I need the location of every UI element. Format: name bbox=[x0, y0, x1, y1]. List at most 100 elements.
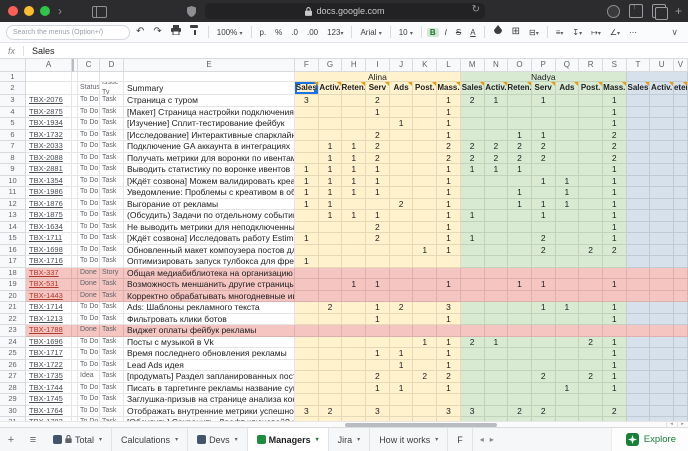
header-issue-type[interactable]: Issue Ty bbox=[100, 82, 124, 95]
value-cell[interactable] bbox=[461, 268, 485, 280]
tab-overview-icon[interactable] bbox=[652, 4, 666, 18]
value-cell[interactable]: 1 bbox=[366, 176, 390, 188]
privacy-shield-icon[interactable] bbox=[183, 4, 199, 18]
row-header-13[interactable]: 13 bbox=[0, 210, 26, 222]
summary-cell[interactable]: [продумать] Раздел запланированных посто… bbox=[124, 371, 295, 383]
value-cell[interactable]: 2 bbox=[532, 406, 556, 418]
value-cell[interactable]: 2 bbox=[461, 95, 485, 107]
value-cell[interactable]: 1 bbox=[603, 360, 627, 372]
value-cell[interactable] bbox=[485, 118, 509, 130]
task-id-link[interactable]: TBX-1716 bbox=[26, 256, 72, 268]
value-cell[interactable] bbox=[295, 245, 319, 257]
summary-cell[interactable]: Отображать внутренние метрики успешности… bbox=[124, 406, 295, 418]
summary-cell[interactable]: (Обсудить) Задачи по отдельному событию bbox=[124, 210, 295, 222]
value-cell[interactable]: 2 bbox=[319, 406, 343, 418]
value-cell[interactable] bbox=[508, 222, 532, 234]
value-cell[interactable]: 1 bbox=[295, 187, 319, 199]
issue-type-cell[interactable]: Task bbox=[100, 153, 124, 165]
value-cell[interactable]: 1 bbox=[603, 176, 627, 188]
value-cell[interactable] bbox=[508, 107, 532, 119]
value-cell[interactable]: 2 bbox=[366, 153, 390, 165]
status-cell[interactable]: To Do bbox=[78, 187, 100, 199]
value-cell[interactable] bbox=[342, 118, 366, 130]
formula-input[interactable]: Sales bbox=[24, 46, 55, 56]
value-cell[interactable] bbox=[556, 394, 580, 406]
value-cell[interactable]: 2 bbox=[437, 141, 461, 153]
issue-type-cell[interactable]: Task bbox=[100, 107, 124, 119]
value-cell[interactable] bbox=[295, 107, 319, 119]
value-cell[interactable] bbox=[295, 153, 319, 165]
value-cell[interactable] bbox=[461, 302, 485, 314]
value-cell[interactable] bbox=[579, 118, 603, 130]
value-cell[interactable]: 2 bbox=[508, 141, 532, 153]
value-cell[interactable] bbox=[461, 256, 485, 268]
value-cell[interactable] bbox=[319, 325, 343, 337]
value-cell[interactable] bbox=[556, 337, 580, 349]
value-cell[interactable] bbox=[579, 107, 603, 119]
font-select[interactable]: Arial ▾ bbox=[357, 28, 384, 37]
value-cell[interactable] bbox=[532, 348, 556, 360]
value-cell[interactable]: 1 bbox=[603, 314, 627, 326]
value-cell[interactable] bbox=[295, 141, 319, 153]
row-header-8[interactable]: 8 bbox=[0, 153, 26, 165]
value-cell[interactable] bbox=[579, 348, 603, 360]
task-id-link[interactable]: TBX-1722 bbox=[26, 360, 72, 372]
task-id-link[interactable]: TBX-1744 bbox=[26, 383, 72, 395]
format-percent-button[interactable]: % bbox=[272, 28, 285, 37]
row-header-12[interactable]: 12 bbox=[0, 199, 26, 211]
value-cell[interactable] bbox=[390, 233, 414, 245]
value-cell[interactable] bbox=[342, 314, 366, 326]
cell[interactable] bbox=[650, 130, 674, 142]
value-cell[interactable] bbox=[579, 141, 603, 153]
tabs-scroll-left-icon[interactable]: ◂ bbox=[480, 435, 484, 444]
value-cell[interactable] bbox=[413, 256, 437, 268]
increase-decimals-button[interactable]: .00 bbox=[304, 28, 321, 37]
value-cell[interactable] bbox=[413, 279, 437, 291]
cell[interactable] bbox=[650, 325, 674, 337]
cell[interactable] bbox=[650, 187, 674, 199]
task-id-link[interactable]: TBX-2033 bbox=[26, 141, 72, 153]
issue-type-cell[interactable]: Task bbox=[100, 394, 124, 406]
issue-type-cell[interactable]: Task bbox=[100, 222, 124, 234]
task-id-link[interactable]: TBX-2088 bbox=[26, 153, 72, 165]
value-cell[interactable] bbox=[390, 210, 414, 222]
value-cell[interactable] bbox=[461, 371, 485, 383]
cell[interactable] bbox=[674, 141, 688, 153]
value-cell[interactable]: 2 bbox=[603, 141, 627, 153]
issue-type-cell[interactable]: Task bbox=[100, 279, 124, 291]
value-cell[interactable]: 1 bbox=[366, 107, 390, 119]
value-cell[interactable]: 1 bbox=[508, 279, 532, 291]
value-cell[interactable]: 1 bbox=[556, 302, 580, 314]
value-cell[interactable]: 1 bbox=[603, 95, 627, 107]
cell[interactable] bbox=[674, 222, 688, 234]
value-cell[interactable]: 1 bbox=[319, 164, 343, 176]
cell[interactable] bbox=[627, 279, 651, 291]
row-header-15[interactable]: 15 bbox=[0, 233, 26, 245]
value-cell[interactable] bbox=[319, 118, 343, 130]
issue-type-cell[interactable]: Task bbox=[100, 256, 124, 268]
value-cell[interactable] bbox=[556, 153, 580, 165]
task-id-link[interactable]: TBX-1443 bbox=[26, 291, 72, 303]
value-cell[interactable]: 1 bbox=[437, 187, 461, 199]
cell[interactable] bbox=[627, 348, 651, 360]
cell[interactable] bbox=[650, 360, 674, 372]
value-cell[interactable]: 1 bbox=[603, 222, 627, 234]
cell[interactable] bbox=[650, 256, 674, 268]
status-cell[interactable]: To Do bbox=[78, 233, 100, 245]
sheet-tab-menu-icon[interactable]: ▾ bbox=[316, 436, 319, 443]
value-cell[interactable] bbox=[437, 325, 461, 337]
status-cell[interactable]: Idea bbox=[78, 371, 100, 383]
minimize-window-button[interactable] bbox=[24, 6, 34, 16]
value-cell[interactable] bbox=[532, 107, 556, 119]
value-cell[interactable] bbox=[556, 406, 580, 418]
value-cell[interactable] bbox=[579, 164, 603, 176]
value-cell[interactable]: 1 bbox=[437, 314, 461, 326]
value-cell[interactable] bbox=[295, 371, 319, 383]
row-header-25[interactable]: 25 bbox=[0, 348, 26, 360]
value-cell[interactable]: 1 bbox=[437, 107, 461, 119]
value-cell[interactable]: 1 bbox=[603, 337, 627, 349]
summary-cell[interactable]: Ads: Шаблоны рекламного текста bbox=[124, 302, 295, 314]
value-cell[interactable]: 2 bbox=[413, 371, 437, 383]
issue-type-cell[interactable]: Task bbox=[100, 302, 124, 314]
format-currency-button[interactable]: p. bbox=[257, 28, 270, 37]
